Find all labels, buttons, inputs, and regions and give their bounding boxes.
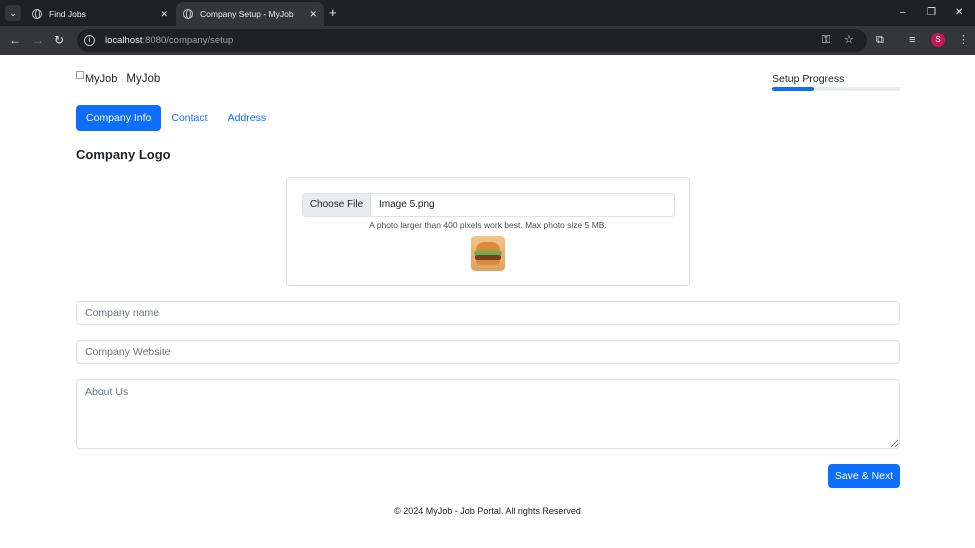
browser-tab-find-jobs[interactable]: Find Jobs ✕ [25,2,175,26]
reload-icon[interactable]: ↻ [54,32,64,48]
logo-preview-image [471,236,505,271]
footer-copyright: © 2024 MyJob - Job Portal. All rights Re… [394,506,581,516]
tab-title: Find Jobs [49,9,86,19]
page-content: MyJob MyJob Setup Progress Company Info … [0,55,975,548]
logo-upload-card: Choose File Image 5.png A photo larger t… [286,177,690,286]
globe-icon [183,9,193,19]
brand[interactable]: MyJob MyJob [76,71,160,85]
file-help-text: A photo larger than 400 pixels work best… [369,220,607,230]
save-next-button[interactable]: Save & Next [828,464,900,488]
tab-contact[interactable]: Contact [161,105,217,131]
profile-avatar[interactable]: S [931,33,945,47]
progress-fill [772,87,815,91]
browser-toolbar: ← → ↻ i localhost:8080/company/setup ⚿ ☆… [0,26,975,55]
password-key-icon[interactable]: ⚿ [822,33,830,47]
browser-tab-bar: ⌄ Find Jobs ✕ Company Setup - MyJob ✕ + … [0,0,975,26]
address-bar[interactable]: i localhost:8080/company/setup ⚿ ☆ [77,29,867,52]
close-icon[interactable]: ✕ [160,9,168,20]
selected-file-name: Image 5.png [379,199,435,210]
extensions-icon[interactable]: ⧉ [876,33,884,47]
tab-company-info[interactable]: Company Info [76,105,162,131]
company-website-input[interactable] [76,340,900,364]
new-tab-button[interactable]: + [329,5,337,21]
progress-label: Setup Progress [772,73,845,85]
choose-file-button[interactable]: Choose File [303,194,371,216]
logo-image: MyJob [76,71,118,85]
close-icon[interactable]: ✕ [309,9,317,20]
broken-image-icon [76,71,84,79]
tab-address[interactable]: Address [218,105,277,131]
reading-list-icon[interactable]: ≡ [909,33,915,47]
logo-alt-text: MyJob [85,73,118,85]
minimize-icon[interactable]: – [900,5,906,21]
brand-name[interactable]: MyJob [126,73,160,85]
menu-icon[interactable]: ⋮ [958,33,969,47]
site-info-icon[interactable]: i [84,35,95,46]
company-logo-heading: Company Logo [76,147,171,162]
restore-icon[interactable]: ❐ [927,5,936,21]
url-text: localhost:8080/company/setup [105,35,234,46]
company-name-input[interactable] [76,301,900,325]
setup-tabs: Company Info Contact Address [76,105,276,131]
about-us-textarea[interactable] [76,379,900,449]
browser-tab-company-setup[interactable]: Company Setup - MyJob ✕ [176,2,324,26]
setup-progress: Setup Progress [772,73,900,91]
progress-track [772,87,900,91]
globe-icon [32,9,42,19]
logo-file-input[interactable]: Choose File Image 5.png [302,193,675,217]
back-icon[interactable]: ← [9,32,21,48]
bookmark-star-icon[interactable]: ☆ [844,33,854,47]
forward-icon[interactable]: → [32,32,44,48]
tab-title: Company Setup - MyJob [200,9,294,19]
tab-search-icon[interactable]: ⌄ [5,5,21,21]
window-close-icon[interactable]: ✕ [955,5,963,21]
